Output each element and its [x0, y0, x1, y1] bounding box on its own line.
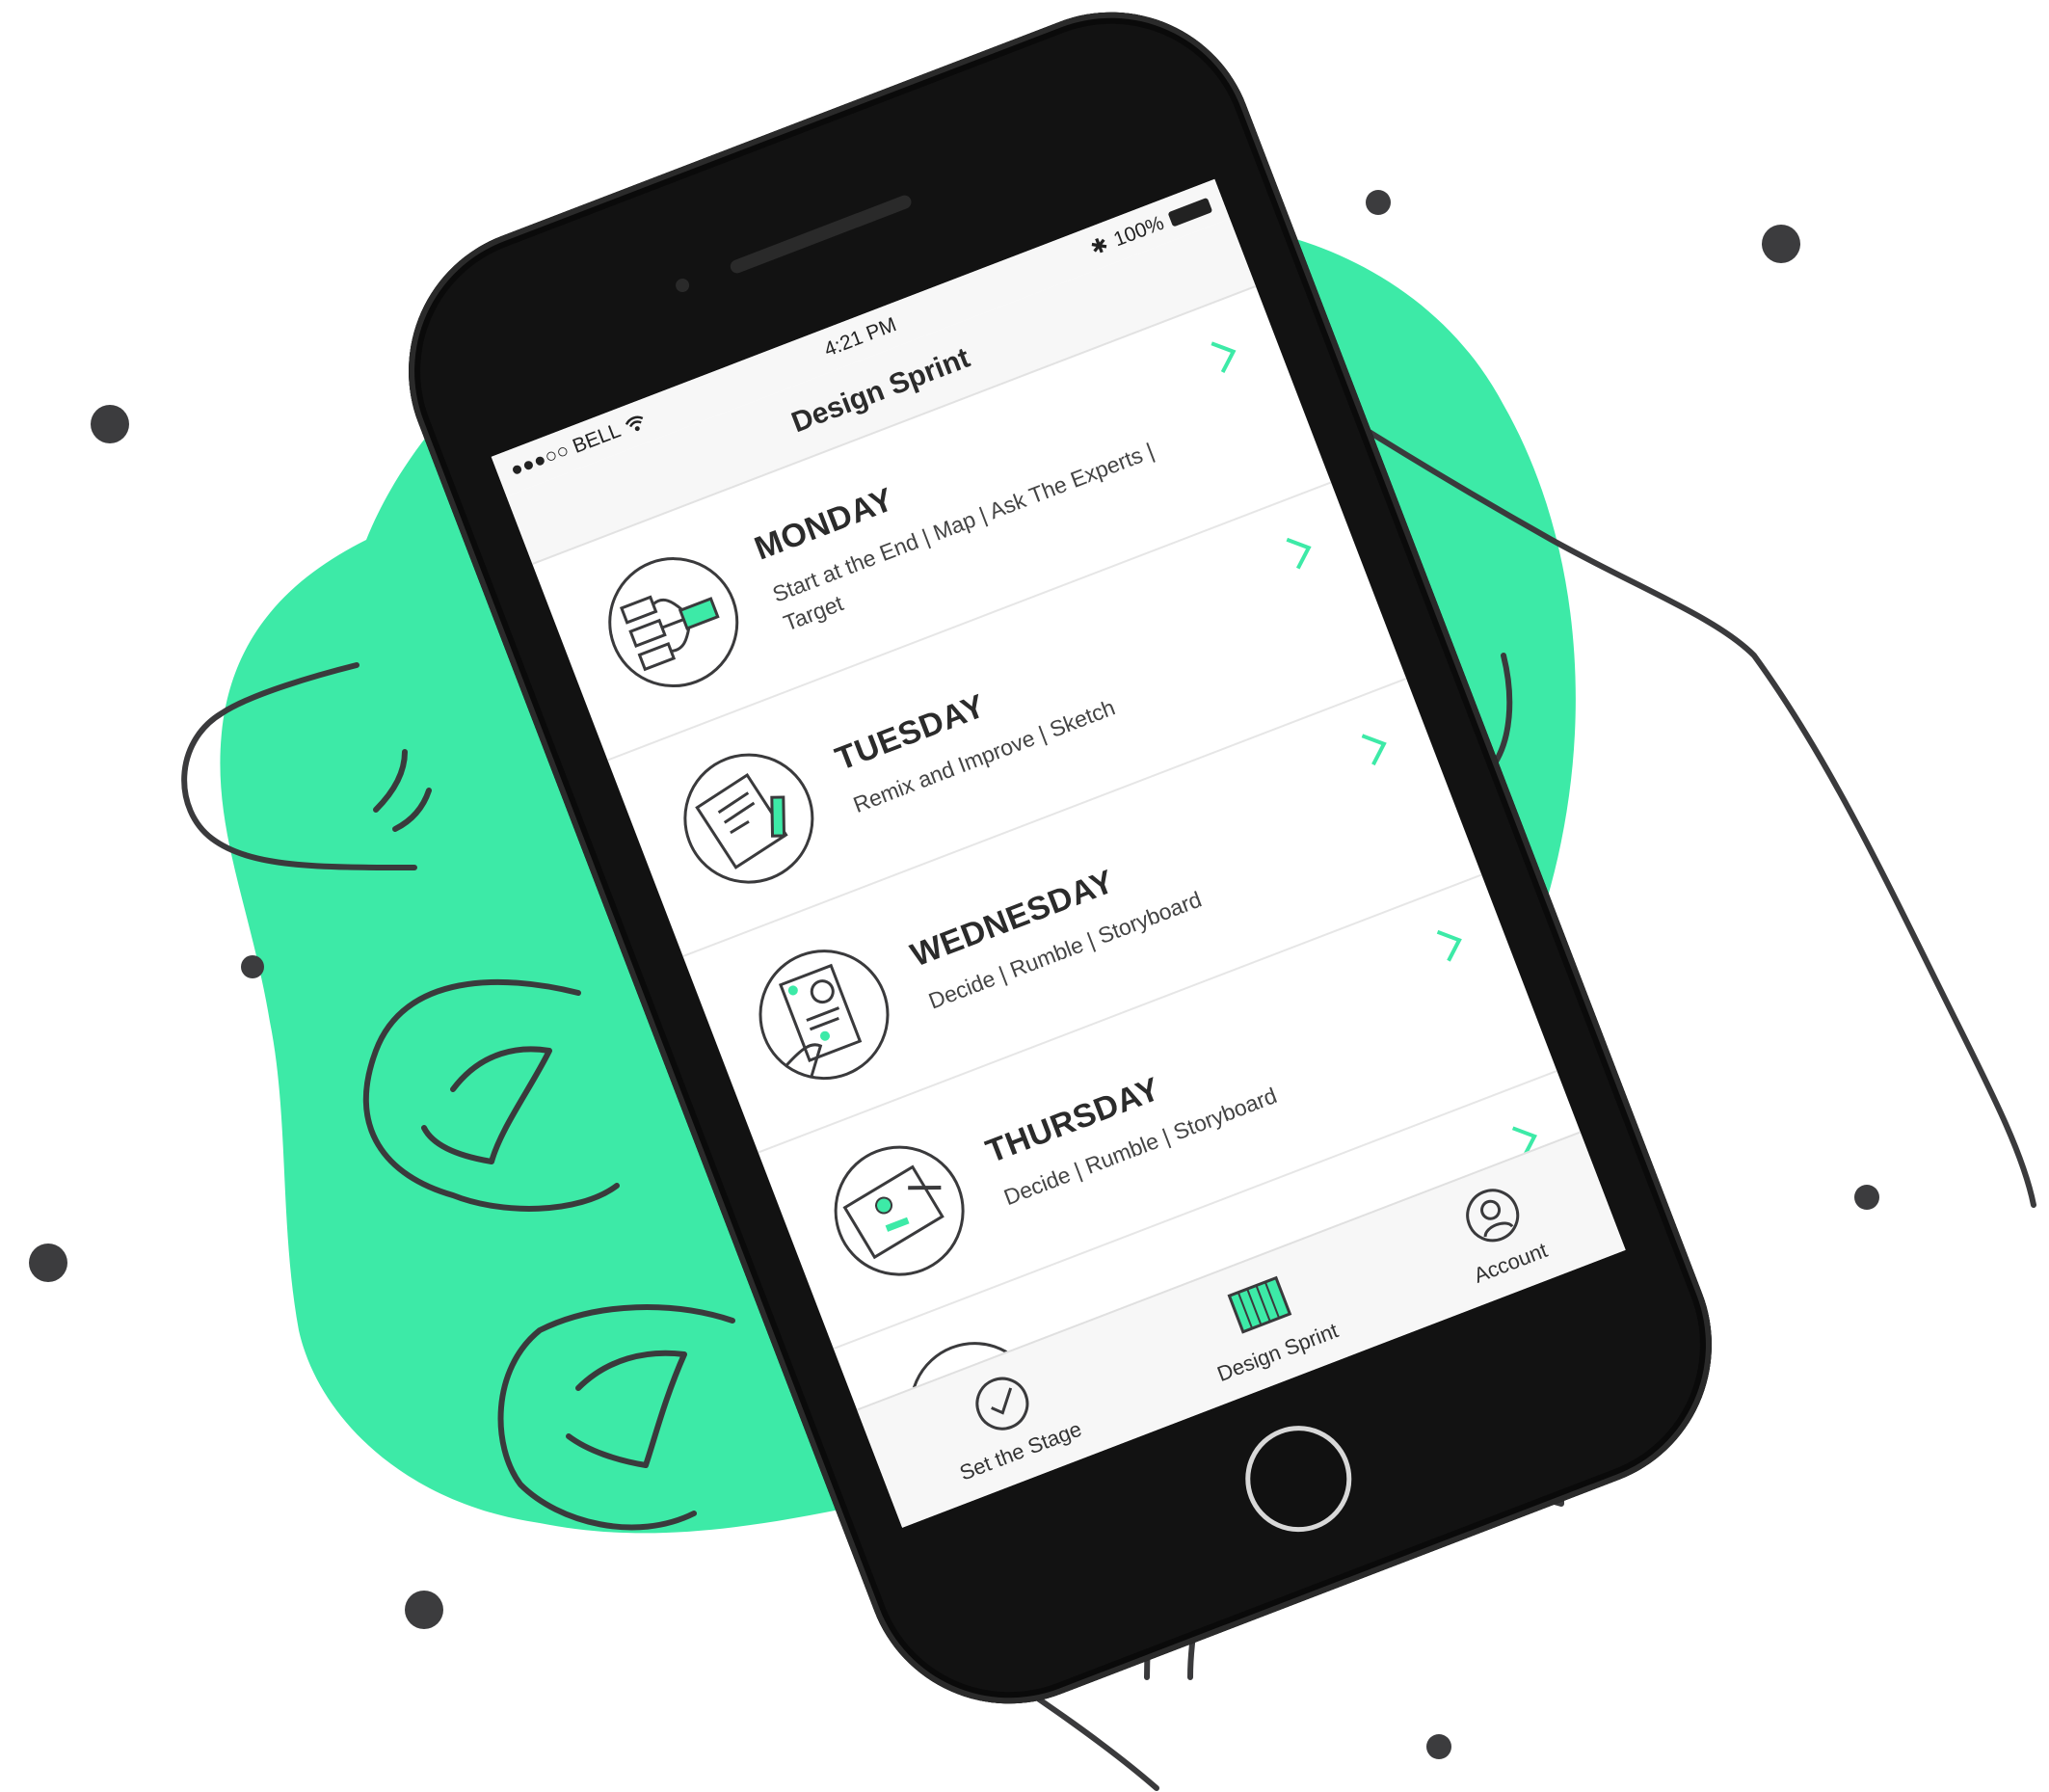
- flowchart-icon: [608, 557, 739, 688]
- dot: [91, 405, 129, 443]
- dot: [1762, 225, 1800, 263]
- tab-account[interactable]: Account: [1447, 1175, 1552, 1289]
- chevron-right-icon[interactable]: [1275, 526, 1325, 576]
- sprint-grid-icon: [1227, 1275, 1292, 1334]
- dot: [241, 955, 264, 978]
- tab-design-sprint[interactable]: Design Sprint: [1189, 1255, 1342, 1387]
- dot: [1426, 1734, 1451, 1759]
- dot: [1854, 1185, 1879, 1210]
- chevron-right-icon[interactable]: [1350, 723, 1400, 773]
- profile-card-icon: [834, 1145, 965, 1276]
- chevron-right-icon[interactable]: [1425, 919, 1476, 969]
- battery-percent: 100%: [1110, 211, 1167, 251]
- dot: [405, 1591, 443, 1629]
- battery-icon: [1167, 197, 1213, 227]
- sketch-paper-icon: [683, 753, 814, 884]
- hand-holding-card-icon: [758, 949, 890, 1081]
- user-circle-icon: [1465, 1189, 1519, 1243]
- dot: [1366, 190, 1391, 215]
- tab-set-the-stage[interactable]: Set the Stage: [932, 1353, 1085, 1485]
- check-circle-icon: [975, 1377, 1029, 1431]
- chevron-right-icon[interactable]: [1200, 330, 1250, 380]
- dot: [29, 1244, 67, 1282]
